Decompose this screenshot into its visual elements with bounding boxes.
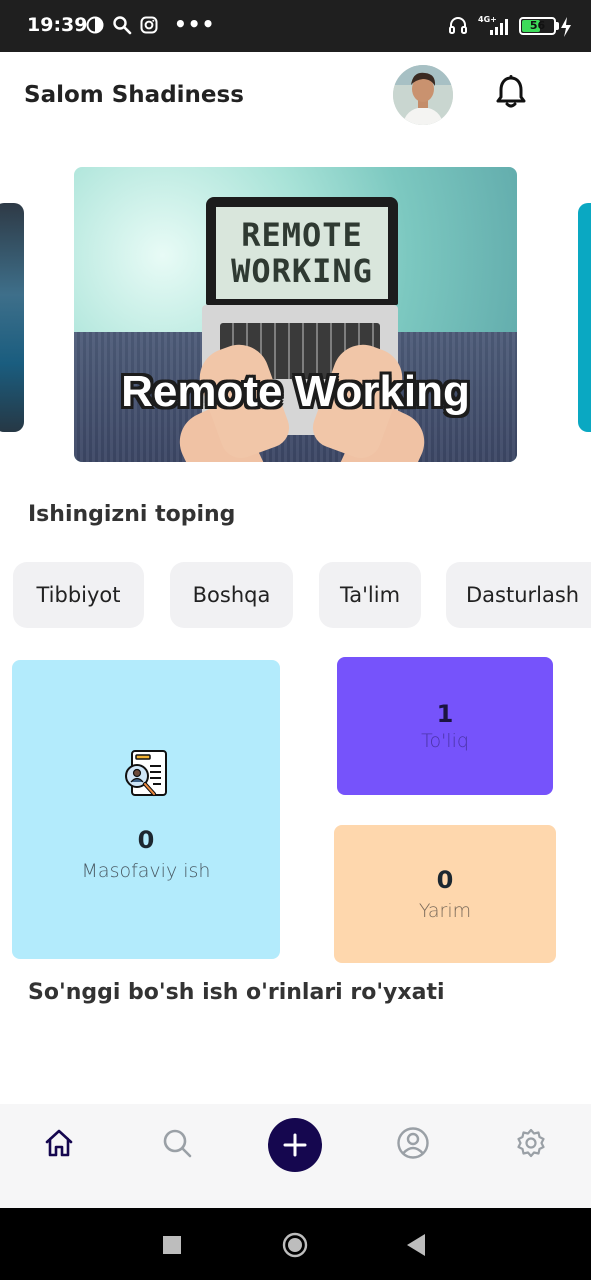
search-status-icon: [112, 14, 132, 36]
battery-nub: [556, 22, 559, 30]
recent-vacancies-title: So'nggi bo'sh ish o'rinlari ro'yxati: [28, 980, 445, 1005]
carousel-slide-next[interactable]: [578, 203, 591, 432]
laptop-screen-line2: WORKING: [231, 252, 373, 290]
stat-card-full[interactable]: 1 To'liq: [337, 657, 553, 795]
signal-icon: [488, 15, 512, 37]
home-icon[interactable]: [39, 1123, 79, 1163]
status-bar: 19:39 ••• 4G+ 56: [0, 0, 591, 52]
back-icon[interactable]: [407, 1234, 425, 1260]
stat-remote-label: Masofaviy ish: [81, 859, 211, 882]
category-chip-boshqa[interactable]: Boshqa: [170, 562, 293, 628]
laptop-screen-image: REMOTE WORKING: [206, 197, 398, 305]
stat-card-remote[interactable]: 0 Masofaviy ish: [12, 660, 280, 959]
carousel-slide-previous[interactable]: [0, 203, 24, 432]
battery-level: 56: [529, 19, 546, 32]
stat-card-part[interactable]: 0 Yarim: [334, 825, 556, 963]
categories-section-title: Ishingizni toping: [28, 502, 236, 527]
headphones-icon: [448, 14, 468, 36]
charging-icon: [560, 16, 572, 38]
instagram-icon: [140, 14, 158, 36]
laptop-screen-line1: REMOTE: [241, 216, 363, 254]
recent-apps-icon[interactable]: [163, 1236, 181, 1258]
add-icon[interactable]: [268, 1118, 322, 1172]
status-time: 19:39: [27, 14, 88, 36]
avatar[interactable]: [393, 65, 453, 125]
remote-job-document-icon: [120, 748, 172, 804]
settings-icon[interactable]: [511, 1123, 551, 1163]
stat-part-count: 0: [436, 866, 454, 894]
system-navigation-bar: [0, 1208, 591, 1280]
data-saver-icon: [86, 14, 104, 36]
battery-icon: 56: [519, 17, 556, 35]
stat-full-count: 1: [436, 700, 454, 728]
stat-remote-count: 0: [137, 825, 155, 854]
search-icon[interactable]: [157, 1123, 197, 1163]
banner-caption: Remote Working: [121, 367, 470, 416]
greeting-title: Salom Shadiness: [24, 82, 244, 108]
category-chip-tibbiyot[interactable]: Tibbiyot: [13, 562, 144, 628]
profile-icon[interactable]: [393, 1123, 433, 1163]
more-notifications-icon: •••: [174, 12, 216, 36]
category-chip-dasturlash[interactable]: Dasturlash: [446, 562, 591, 628]
carousel-banner-remote-working[interactable]: REMOTE WORKING Remote Working: [74, 167, 517, 462]
notification-bell-icon[interactable]: [494, 74, 528, 110]
category-chip-talim[interactable]: Ta'lim: [319, 562, 421, 628]
stat-full-label: To'liq: [421, 730, 469, 752]
home-button-icon[interactable]: [282, 1232, 308, 1262]
stat-part-label: Yarim: [418, 900, 472, 922]
